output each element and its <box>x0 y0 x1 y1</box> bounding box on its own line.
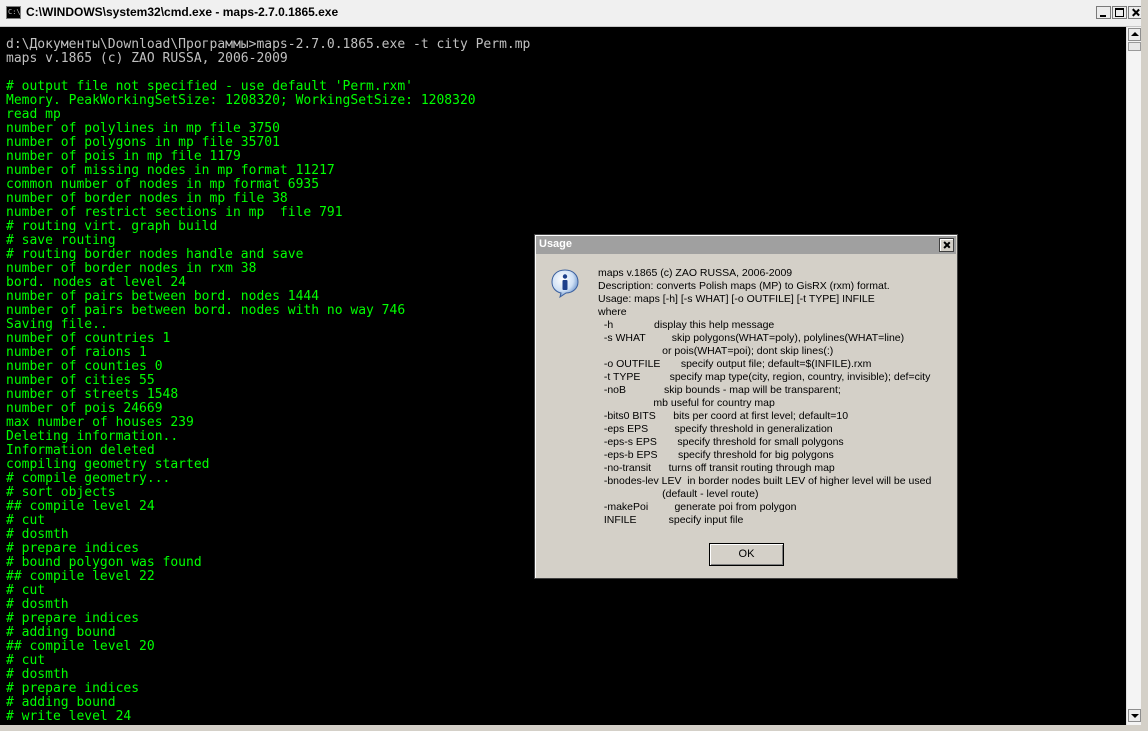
console-line: read mp <box>6 107 61 122</box>
dialog-message: maps v.1865 (c) ZAO RUSSA, 2006-2009 Desc… <box>598 267 931 527</box>
console-line: # sort objects <box>6 485 116 500</box>
console-line: Information deleted <box>6 443 155 458</box>
console-line: # adding bound <box>6 695 116 710</box>
vertical-scrollbar[interactable] <box>1126 27 1142 725</box>
console-line: number of pois in mp file 1179 <box>6 149 241 164</box>
console-line: number of counties 0 <box>6 359 163 374</box>
dialog-message-line: -eps EPS specify threshold in generaliza… <box>598 423 833 435</box>
console-line: compiling geometry started <box>6 457 210 472</box>
dialog-message-line: -no-transit turns off transit routing th… <box>598 462 835 474</box>
dialog-message-line: -eps-b EPS specify threshold for big pol… <box>598 449 834 461</box>
dialog-message-line: Usage: maps [-h] [-s WHAT] [-o OUTFILE] … <box>598 293 875 305</box>
console-line: number of raions 1 <box>6 345 147 360</box>
console-line: # dosmth <box>6 527 69 542</box>
console-line: ## compile level 24 <box>6 499 155 514</box>
dialog-message-line: (default - level route) <box>598 488 759 500</box>
console-line: # cut <box>6 513 46 528</box>
console-line: number of streets 1548 <box>6 387 179 402</box>
minimize-button[interactable] <box>1096 6 1111 19</box>
dialog-message-line: -bits0 BITS bits per coord at first leve… <box>598 410 849 422</box>
console-line: number of restrict sections in mp file 7… <box>6 205 343 220</box>
console-line: number of polylines in mp file 3750 <box>6 121 280 136</box>
maximize-button[interactable] <box>1112 6 1127 19</box>
console-line: maps v.1865 (c) ZAO RUSSA, 2006-2009 <box>6 51 288 66</box>
console-line: # cut <box>6 653 46 668</box>
console-line: max number of houses 239 <box>6 415 194 430</box>
window-title: C:\WINDOWS\system32\cmd.exe - maps-2.7.0… <box>26 5 339 19</box>
dialog-message-line: -h display this help message <box>598 319 775 331</box>
console-line: # dosmth <box>6 667 69 682</box>
ok-button[interactable]: OK <box>709 543 784 566</box>
title-bar[interactable]: C:\ C:\WINDOWS\system32\cmd.exe - maps-2… <box>0 0 1148 27</box>
console-line: number of missing nodes in mp format 112… <box>6 163 335 178</box>
console-line: Deleting information.. <box>6 429 179 444</box>
console-line: ## compile level 22 <box>6 569 155 584</box>
console-line: # prepare indices <box>6 611 140 626</box>
console-line: # save routing <box>6 233 116 248</box>
dialog-message-line: INFILE specify input file <box>598 514 744 526</box>
console-line: # compile geometry... <box>6 471 171 486</box>
dialog-message-line: Description: converts Polish maps (MP) t… <box>598 280 890 292</box>
console-line: Memory. PeakWorkingSetSize: 1208320; Wor… <box>6 93 476 108</box>
dialog-message-line: -s WHAT skip polygons(WHAT=poly), polyli… <box>598 332 905 344</box>
dialog-title-bar[interactable]: Usage <box>536 236 956 254</box>
usage-dialog: Usage maps v.1865 (c) ZAO RUSSA, 2006-20… <box>534 234 958 579</box>
console-line: number of pairs between bord. nodes 1444 <box>6 289 320 304</box>
console-line: Saving file.. <box>6 317 108 332</box>
console-line: # cut <box>6 583 46 598</box>
console-line: number of countries 1 <box>6 331 171 346</box>
console-line: number of polygons in mp file 35701 <box>6 135 280 150</box>
console-line: # prepare indices <box>6 541 140 556</box>
console-app-icon[interactable]: C:\ <box>6 6 21 19</box>
dialog-message-line: or pois(WHAT=poi); dont skip lines(:) <box>598 345 834 357</box>
window-border-right <box>1141 0 1148 731</box>
console-line: # write level 24 <box>6 709 132 724</box>
scroll-up-arrow[interactable] <box>1128 28 1141 41</box>
dialog-message-line: where <box>598 306 627 318</box>
scroll-down-arrow[interactable] <box>1128 709 1141 722</box>
console-line: # routing border nodes handle and save <box>6 247 304 262</box>
console-line: # dosmth <box>6 597 69 612</box>
dialog-message-line: mb useful for country map <box>598 397 775 409</box>
console-line: bord. nodes at level 24 <box>6 275 187 290</box>
dialog-message-line: -noB skip bounds - map will be transpare… <box>598 384 841 396</box>
information-icon <box>551 269 579 298</box>
console-line: # routing virt. graph build <box>6 219 218 234</box>
window-border-bottom <box>0 725 1148 731</box>
dialog-message-line: -t TYPE specify map type(city, region, c… <box>598 371 931 383</box>
dialog-title: Usage <box>539 238 573 250</box>
console-lines: d:\Документы\Download\Программы>maps-2.7… <box>6 38 530 724</box>
console-line: # output file not specified - use defaul… <box>6 79 413 94</box>
dialog-close-button[interactable] <box>939 238 954 252</box>
console-line: number of cities 55 <box>6 373 155 388</box>
console-line: # bound polygon was found <box>6 555 202 570</box>
dialog-message-line: -eps-s EPS specify threshold for small p… <box>598 436 844 448</box>
console-line: number of border nodes in rxm 38 <box>6 261 257 276</box>
console-line: # prepare indices <box>6 681 140 696</box>
console-line: d:\Документы\Download\Программы>maps-2.7… <box>6 37 531 52</box>
scroll-thumb[interactable] <box>1128 42 1141 51</box>
console-line: common number of nodes in mp format 6935 <box>6 177 320 192</box>
dialog-message-line: -bnodes-lev LEV in border nodes built LE… <box>598 475 932 487</box>
console-line: number of pois 24669 <box>6 401 163 416</box>
console-line: number of border nodes in mp file 38 <box>6 191 288 206</box>
console-line: number of pairs between bord. nodes with… <box>6 303 406 318</box>
console-line: ## compile level 20 <box>6 639 155 654</box>
dialog-message-line: -o OUTFILE specify output file; default=… <box>598 358 872 370</box>
dialog-message-line: -makePoi generate poi from polygon <box>598 501 797 513</box>
dialog-message-line: maps v.1865 (c) ZAO RUSSA, 2006-2009 <box>598 267 793 279</box>
console-line: # adding bound <box>6 625 116 640</box>
